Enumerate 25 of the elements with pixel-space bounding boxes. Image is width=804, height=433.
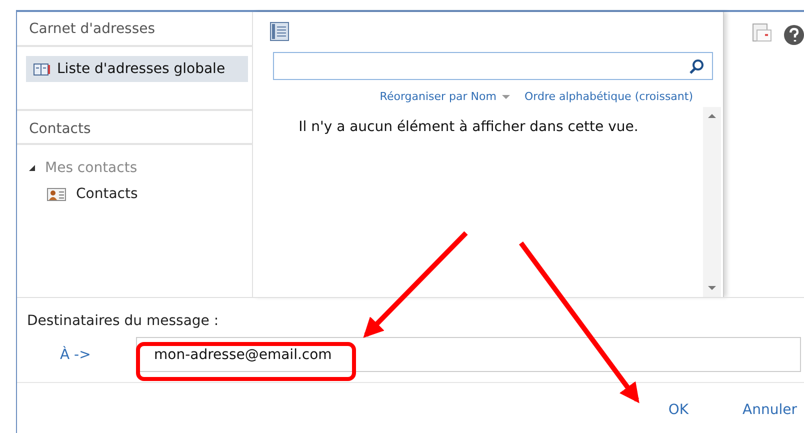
ok-button[interactable]: OK (668, 402, 689, 418)
book-icon (33, 62, 51, 76)
empty-message: Il n'y a aucun élément à afficher dans cette vue. (298, 119, 638, 135)
sidebar-title: Carnet d'adresses (17, 12, 253, 47)
sort-by-dropdown[interactable]: Réorganiser par Nom (380, 90, 496, 103)
tree-group-label[interactable]: Mes contacts (45, 160, 138, 176)
recipient-field[interactable]: mon-adresse@email.com (136, 337, 801, 372)
contact-card-icon (47, 188, 66, 200)
sort-order-link[interactable]: Ordre alphabétique (croissant) (524, 90, 693, 103)
mail-icon (751, 23, 772, 42)
search-field[interactable] (272, 52, 713, 80)
address-list-item[interactable]: Liste d'adresses globale (26, 56, 248, 82)
contacts-item[interactable]: Contacts (44, 184, 141, 204)
scroll-up-icon (708, 114, 716, 118)
search-icon (688, 58, 704, 74)
to-link[interactable]: À -> (17, 346, 136, 362)
cancel-button[interactable]: Annuler (742, 402, 797, 418)
scroll-down-icon (708, 286, 716, 290)
list-view-icon (270, 22, 289, 41)
section-title: Contacts (17, 111, 253, 145)
recipients-label: Destinataires du message : (26, 312, 220, 329)
dropdown-arrow-icon (502, 94, 510, 98)
scrollbar[interactable] (703, 107, 721, 297)
expanded-arrow-icon[interactable] (28, 164, 36, 172)
help-icon (784, 25, 804, 45)
